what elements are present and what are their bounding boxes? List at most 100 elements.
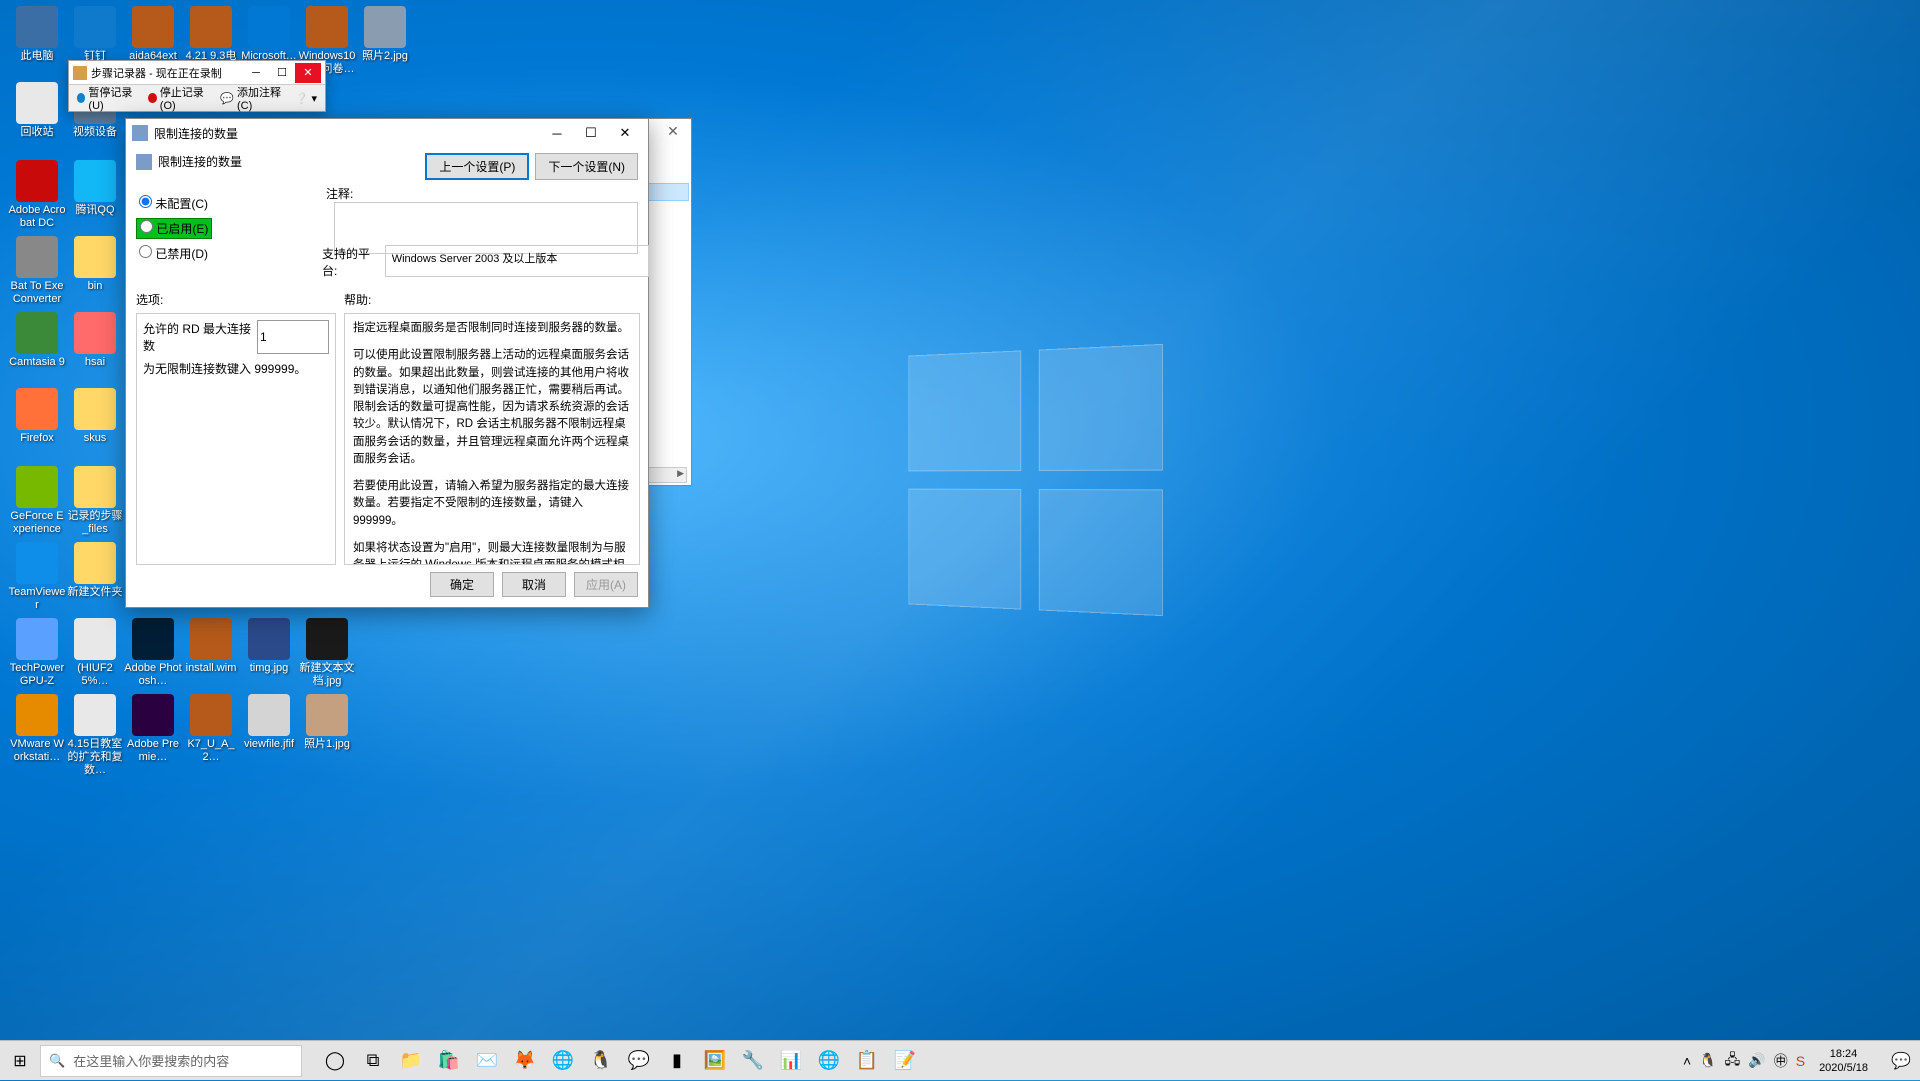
file-explorer-icon[interactable]: 📁 [392, 1041, 430, 1081]
radio-enabled[interactable]: 已启用(E) [136, 218, 212, 239]
desktop-icon[interactable]: 回收站 [8, 82, 66, 139]
desktop-icon[interactable]: 新建文本文档.jpg [298, 618, 356, 688]
store-icon[interactable]: 🛍️ [430, 1041, 468, 1081]
desktop-icon[interactable]: 腾讯QQ [66, 160, 124, 217]
file-icon [16, 388, 58, 430]
dingtalk-icon[interactable]: 💬 [620, 1041, 658, 1081]
desktop-icon[interactable]: 照片1.jpg [298, 694, 356, 751]
desktop-icon[interactable]: Firefox [8, 388, 66, 445]
app-icon[interactable]: 🖼️ [696, 1041, 734, 1081]
app-icon[interactable]: 🔧 [734, 1041, 772, 1081]
desktop-icon[interactable]: TechPower GPU-Z [8, 618, 66, 688]
desktop-icon[interactable]: K7_U_A_2… [182, 694, 240, 764]
maximize-button[interactable]: ☐ [574, 121, 608, 145]
gpedit-icon[interactable]: 📋 [848, 1041, 886, 1081]
ok-button[interactable]: 确定 [430, 572, 494, 597]
next-setting-button[interactable]: 下一个设置(N) [535, 153, 638, 180]
desktop-icon[interactable]: viewfile.jfif [240, 694, 298, 751]
tray-qq-icon[interactable]: 🐧 [1699, 1052, 1716, 1069]
desktop-icon[interactable]: install.wim [182, 618, 240, 675]
clock-time: 18:24 [1819, 1047, 1868, 1061]
file-icon [16, 618, 58, 660]
qq-icon[interactable]: 🐧 [582, 1041, 620, 1081]
desktop-icon[interactable]: bin [66, 236, 124, 293]
prev-setting-button[interactable]: 上一个设置(P) [425, 153, 529, 180]
desktop-icon[interactable]: Microsoft… [240, 6, 298, 63]
desktop-icon[interactable]: 新建文件夹 [66, 542, 124, 599]
policy-dialog: 限制连接的数量 ─ ☐ ✕ 限制连接的数量 上一个设置(P) 下一个设置(N) … [125, 118, 649, 608]
file-icon [132, 618, 174, 660]
apply-button[interactable]: 应用(A) [574, 572, 638, 597]
file-icon [306, 6, 348, 48]
help-text: 若要使用此设置，请输入希望为服务器指定的最大连接数量。若要指定不受限制的连接数量… [353, 478, 631, 530]
desktop-icon[interactable]: Adobe Acrobat DC [8, 160, 66, 230]
mail-icon[interactable]: ✉️ [468, 1041, 506, 1081]
comment-label: 注释: [326, 187, 353, 201]
desktop-icon[interactable]: timg.jpg [240, 618, 298, 675]
radio-not-configured[interactable]: 未配置(C) [136, 194, 212, 213]
desktop-icon[interactable]: Adobe Premie… [124, 694, 182, 764]
file-icon [306, 618, 348, 660]
dialog-titlebar[interactable]: 限制连接的数量 ─ ☐ ✕ [126, 119, 648, 147]
desktop-icon[interactable]: TeamViewer [8, 542, 66, 612]
steps-recorder-toolbar: 暂停记录(U) 停止记录(O) 💬添加注释(C) ❔▾ [69, 85, 325, 111]
icon-label: bin [66, 280, 124, 293]
search-box[interactable]: 🔍 在这里输入你要搜索的内容 [40, 1045, 302, 1077]
close-button[interactable]: ✕ [295, 63, 321, 83]
icon-label: (HIUF25%… [66, 662, 124, 688]
cortana-button[interactable]: ⧉ [354, 1041, 392, 1081]
icon-label: Adobe Photosh… [124, 662, 182, 688]
minimize-button[interactable]: ─ [243, 63, 269, 83]
desktop-icon[interactable]: (HIUF25%… [66, 618, 124, 688]
icon-label: viewfile.jfif [240, 738, 298, 751]
desktop-icon[interactable]: 照片2.jpg [356, 6, 414, 63]
desktop-icon[interactable]: VMware Workstati… [8, 694, 66, 764]
add-comment-button[interactable]: 💬添加注释(C) [216, 82, 289, 114]
icon-label: Adobe Premie… [124, 738, 182, 764]
tray-volume-icon[interactable]: 🔊 [1748, 1052, 1765, 1069]
desktop-icon[interactable]: GeForce Experience [8, 466, 66, 536]
stop-record-button[interactable]: 停止记录(O) [144, 82, 214, 114]
desktop-icon[interactable]: Camtasia 9 [8, 312, 66, 369]
pause-record-button[interactable]: 暂停记录(U) [73, 82, 142, 114]
file-icon [16, 312, 58, 354]
terminal-icon[interactable]: ▮ [658, 1041, 696, 1081]
ie-icon[interactable]: 🌐 [810, 1041, 848, 1081]
desktop-icon[interactable]: Adobe Photosh… [124, 618, 182, 688]
start-button[interactable]: ⊞ [0, 1041, 40, 1081]
radio-disabled[interactable]: 已禁用(D) [136, 244, 212, 263]
desktop-icon[interactable]: Bat To Exe Converter [8, 236, 66, 306]
close-button[interactable]: ✕ [608, 121, 642, 145]
app-icon[interactable]: 📊 [772, 1041, 810, 1081]
task-view-button[interactable]: ◯ [316, 1041, 354, 1081]
icon-label: 新建文件夹 [66, 586, 124, 599]
dialog-subtitle: 限制连接的数量 [158, 153, 242, 170]
desktop-icon[interactable]: 此电脑 [8, 6, 66, 63]
clock-date: 2020/5/18 [1819, 1061, 1868, 1075]
desktop-icon[interactable]: hsai [66, 312, 124, 369]
firefox-icon[interactable]: 🦊 [506, 1041, 544, 1081]
close-button[interactable]: ✕ [655, 119, 691, 143]
max-connections-input[interactable] [257, 320, 329, 354]
notification-center-button[interactable]: 💬 [1882, 1041, 1920, 1081]
icon-label: 照片1.jpg [298, 738, 356, 751]
desktop-icon[interactable]: 记录的步骤_files [66, 466, 124, 536]
help-panel[interactable]: 指定远程桌面服务是否限制同时连接到服务器的数量。 可以使用此设置限制服务器上活动… [344, 313, 640, 565]
tray-network-icon[interactable]: 🖧 [1725, 1049, 1741, 1073]
steps-recorder-icon[interactable]: 📝 [886, 1041, 924, 1081]
browser-icon[interactable]: 🌐 [544, 1041, 582, 1081]
tray-ime-icon[interactable]: ㊥ [1774, 1051, 1788, 1071]
icon-label: timg.jpg [240, 662, 298, 675]
file-icon [248, 6, 290, 48]
desktop-icon[interactable]: 4.15日教室的扩充和复数… [66, 694, 124, 777]
taskbar-clock[interactable]: 18:24 2020/5/18 [1813, 1047, 1874, 1075]
icon-label: skus [66, 432, 124, 445]
cancel-button[interactable]: 取消 [502, 572, 566, 597]
desktop-icon[interactable]: 钉钉 [66, 6, 124, 63]
maximize-button[interactable]: ☐ [269, 63, 295, 83]
desktop-icon[interactable]: skus [66, 388, 124, 445]
help-button[interactable]: ❔▾ [291, 90, 321, 107]
tray-sogou-icon[interactable]: S [1796, 1053, 1805, 1069]
tray-chevron-icon[interactable]: ˄ [1683, 1053, 1691, 1069]
minimize-button[interactable]: ─ [540, 121, 574, 145]
